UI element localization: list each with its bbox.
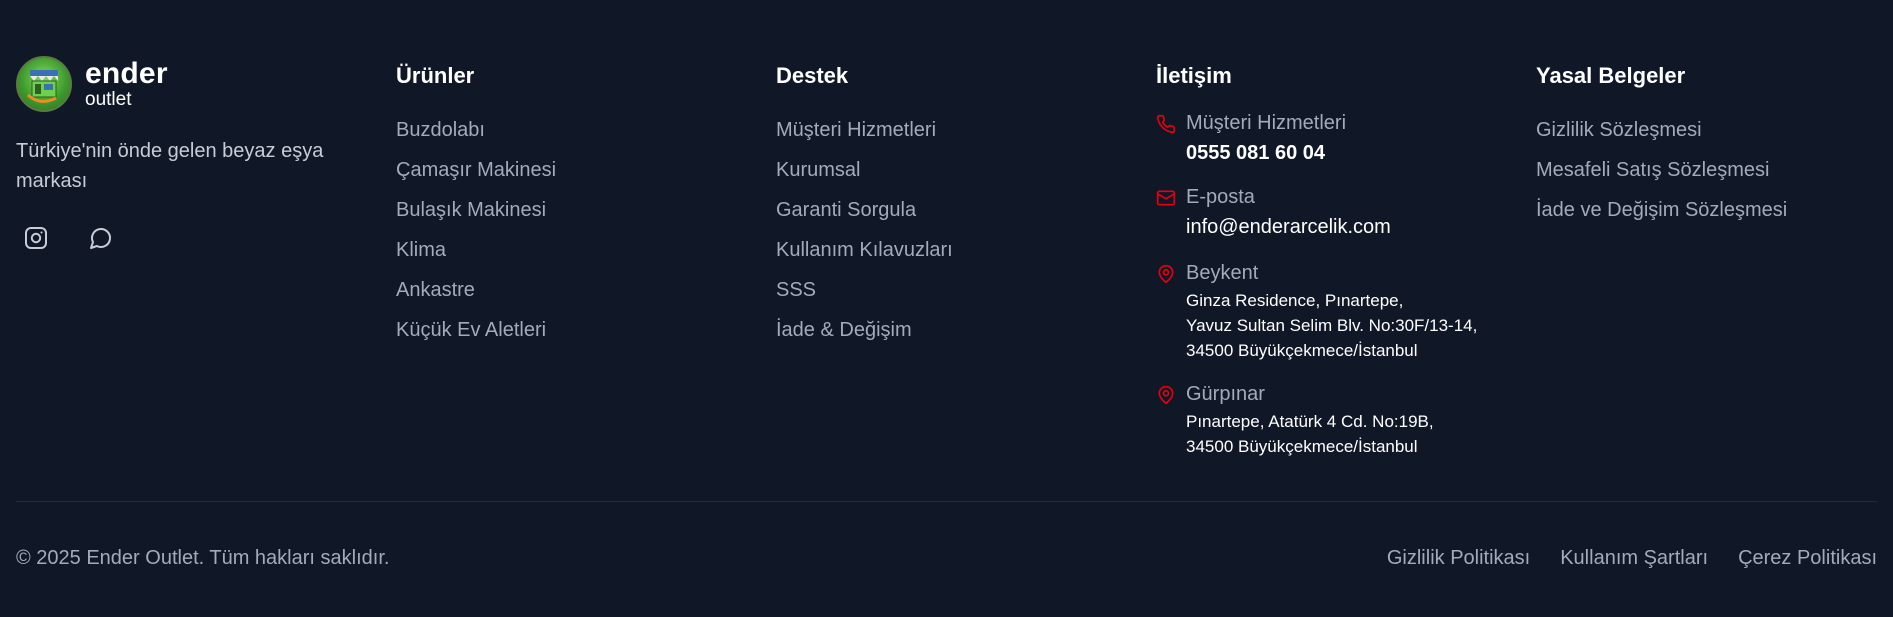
support-column: Destek Müşteri Hizmetleri Kurumsal Garan…: [776, 56, 1116, 350]
products-link-buzdolabi[interactable]: Buzdolabı: [396, 119, 485, 141]
products-title: Ürünler: [396, 63, 475, 88]
support-link-garanti-sorgula[interactable]: Garanti Sorgula: [776, 199, 916, 221]
brand-tagline: Türkiye'nin önde gelen beyaz eşya markas…: [16, 140, 324, 192]
contact-list: Müşteri Hizmetleri 0555 081 60 04 E-post…: [1156, 110, 1536, 459]
support-link-kullanim-kilavuzlari[interactable]: Kullanım Kılavuzları: [776, 239, 953, 261]
legal-title: Yasal Belgeler: [1536, 63, 1686, 88]
products-link-ankastre[interactable]: Ankastre: [396, 279, 475, 301]
copyright-text: © 2025 Ender Outlet. Tüm hakları saklıdı…: [16, 546, 390, 569]
bottom-links: Gizlilik Politikası Kullanım Şartları Çe…: [1357, 547, 1877, 570]
logo-name: ender: [85, 57, 168, 90]
instagram-icon: [25, 227, 47, 249]
chat-bubble-icon: [90, 228, 111, 249]
chat-link[interactable]: [81, 218, 121, 258]
footer-columns: ender outlet Türkiye'nin önde gelen beya…: [16, 56, 1877, 476]
contact-beykent-item: Beykent Ginza Residence, Pınartepe, Yavu…: [1156, 260, 1536, 363]
legal-link-iade-degisim-sozlesmesi[interactable]: İade ve Değişim Sözleşmesi: [1536, 199, 1787, 221]
products-link-klima[interactable]: Klima: [396, 239, 446, 261]
mail-icon: [1156, 190, 1176, 206]
legal-column: Yasal Belgeler Gizlilik Sözleşmesi Mesaf…: [1536, 56, 1876, 230]
social-links: [16, 218, 356, 258]
contact-title: İletişim: [1156, 63, 1232, 88]
products-link-bulasik-makinesi[interactable]: Bulaşık Makinesi: [396, 199, 546, 221]
footer-divider: [16, 501, 1877, 502]
support-title: Destek: [776, 63, 849, 88]
legal-list: Gizlilik Sözleşmesi Mesafeli Satış Sözle…: [1536, 110, 1876, 230]
gurpinar-address-line: Pınartepe, Atatürk 4 Cd. No:19B,: [1186, 412, 1434, 431]
support-link-iade-degisim[interactable]: İade & Değişim: [776, 319, 912, 341]
logo-subtitle: outlet: [85, 89, 132, 110]
legal-link-gizlilik-sozlesmesi[interactable]: Gizlilik Sözleşmesi: [1536, 119, 1702, 141]
instagram-link[interactable]: [16, 218, 56, 258]
gurpinar-label: Gürpınar: [1186, 383, 1265, 405]
bottom-link-gizlilik-politikasi[interactable]: Gizlilik Politikası: [1387, 547, 1530, 570]
map-pin-icon: [1158, 264, 1174, 284]
support-list: Müşteri Hizmetleri Kurumsal Garanti Sorg…: [776, 110, 1116, 350]
contact-column: İletişim Müşteri Hizmetleri 0555 081 60 …: [1156, 56, 1536, 459]
store-logo-icon: [16, 56, 72, 112]
map-pin-icon: [1158, 385, 1174, 405]
support-link-kurumsal[interactable]: Kurumsal: [776, 159, 860, 181]
brand-column: ender outlet Türkiye'nin önde gelen beya…: [16, 56, 356, 258]
footer-bottom-bar: © 2025 Ender Outlet. Tüm hakları saklıdı…: [16, 543, 1877, 573]
beykent-label: Beykent: [1186, 262, 1259, 284]
legal-link-mesafeli-satis[interactable]: Mesafeli Satış Sözleşmesi: [1536, 159, 1769, 181]
bottom-link-kullanim-sartlari[interactable]: Kullanım Şartları: [1560, 547, 1708, 570]
phone-icon: [1156, 114, 1176, 134]
email-link[interactable]: info@enderarcelik.com: [1186, 214, 1391, 240]
support-link-musteri-hizmetleri[interactable]: Müşteri Hizmetleri: [776, 119, 936, 141]
contact-email-item: E-posta info@enderarcelik.com: [1156, 184, 1536, 240]
beykent-address-line: Ginza Residence, Pınartepe,: [1186, 291, 1404, 310]
products-list: Buzdolabı Çamaşır Makinesi Bulaşık Makin…: [396, 110, 736, 350]
support-link-sss[interactable]: SSS: [776, 279, 816, 301]
contact-gurpinar-item: Gürpınar Pınartepe, Atatürk 4 Cd. No:19B…: [1156, 381, 1536, 459]
bottom-link-cerez-politikasi[interactable]: Çerez Politikası: [1738, 547, 1877, 570]
beykent-address-line: 34500 Büyükçekmece/İstanbul: [1186, 341, 1418, 360]
products-link-kucuk-ev-aletleri[interactable]: Küçük Ev Aletleri: [396, 319, 546, 341]
phone-label: Müşteri Hizmetleri: [1186, 112, 1347, 134]
site-footer: ender outlet Türkiye'nin önde gelen beya…: [0, 0, 1893, 617]
contact-phone-item: Müşteri Hizmetleri 0555 081 60 04: [1156, 110, 1536, 166]
gurpinar-address-line: 34500 Büyükçekmece/İstanbul: [1186, 437, 1418, 456]
products-column: Ürünler Buzdolabı Çamaşır Makinesi Bulaş…: [396, 56, 736, 350]
email-label: E-posta: [1186, 186, 1255, 208]
beykent-address-line: Yavuz Sultan Selim Blv. No:30F/13-14,: [1186, 316, 1478, 335]
phone-number-link[interactable]: 0555 081 60 04: [1186, 140, 1346, 166]
products-link-camasir-makinesi[interactable]: Çamaşır Makinesi: [396, 159, 556, 181]
logo[interactable]: ender outlet: [16, 56, 356, 112]
